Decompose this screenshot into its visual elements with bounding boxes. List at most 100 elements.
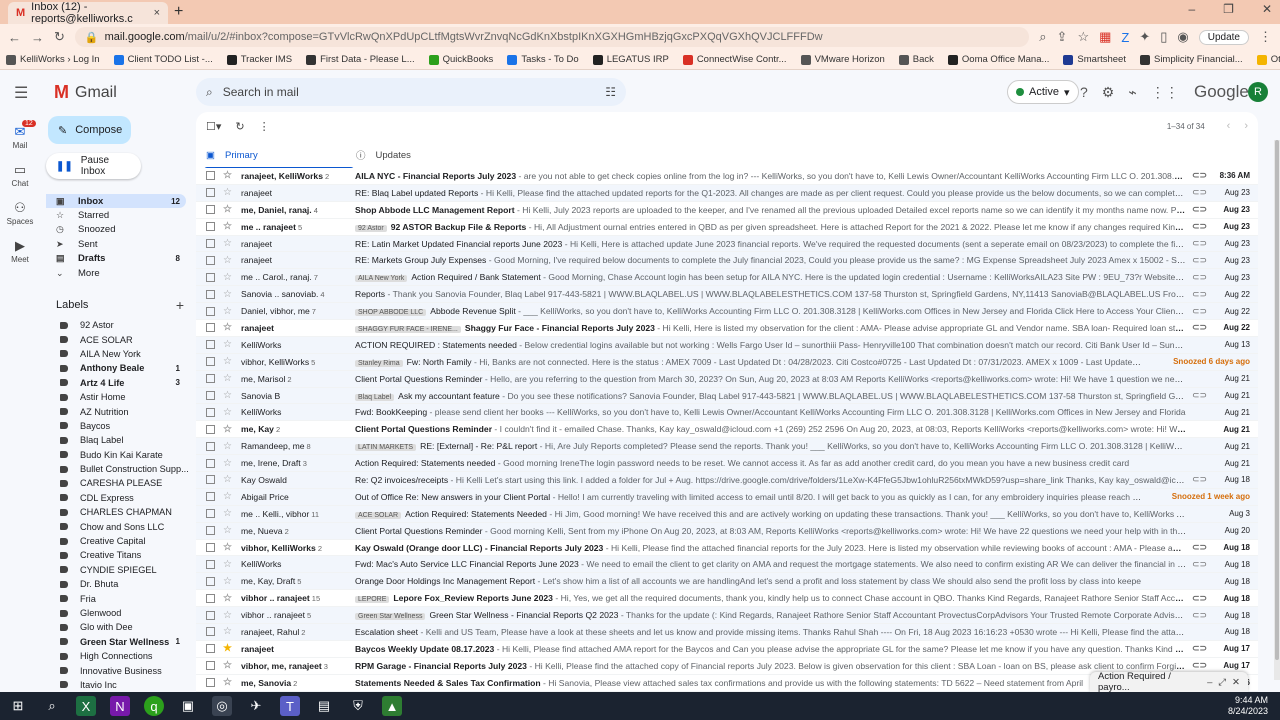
row-checkbox[interactable] [206,458,215,468]
star-icon[interactable]: ☆ [223,525,237,536]
row-checkbox[interactable] [206,441,215,451]
nav-item-starred[interactable]: ☆ Starred [46,208,186,222]
nav-item-sent[interactable]: ➤ Sent [46,237,186,251]
email-row[interactable]: ☆ me, Irene, Draft 3 Action Required: State… [196,455,1258,473]
email-label-chip[interactable]: Blaq Label [355,393,395,401]
star-icon[interactable]: ☆ [223,441,237,452]
close-compose-icon[interactable]: ✕ [1232,677,1240,688]
bookmark-item[interactable]: ConnectWise Contr... [682,54,787,65]
email-label-chip[interactable]: AILA New York [355,275,408,283]
account-avatar[interactable]: R [1248,82,1268,102]
email-row[interactable]: ☆ Ramandeep, me 8 LATIN MARKETS RE: [Externa… [196,438,1258,456]
label-item[interactable]: Glo with Dee [46,620,186,634]
status-selector[interactable]: Active ▾ [1007,80,1079,104]
label-item[interactable]: CHARLES CHAPMAN [46,505,186,519]
label-item[interactable]: Artz 4 Life 3 [46,376,186,390]
email-label-chip[interactable]: SHOP ABBODE LLC [355,309,427,317]
label-item[interactable]: High Connections [46,649,186,663]
browser-tab[interactable]: M Inbox (12) - reports@kelliworks.c × [8,1,168,25]
mail-client-icon[interactable]: ✈ [246,696,266,716]
close-window-icon[interactable]: ✕ [1262,2,1272,16]
email-row[interactable]: ★ ranajeet Baycos Weekly Update 08.17.2023… [196,640,1258,658]
label-item[interactable]: Dr. Bhuta [46,577,186,591]
bookmark-item[interactable]: VMware Horizon [800,54,885,65]
star-icon[interactable]: ☆ [223,187,237,198]
nav-item-drafts[interactable]: ▤ Drafts 8 [46,252,186,266]
prev-page-icon[interactable]: ‹ [1227,120,1231,132]
email-row[interactable]: ☆ KelliWorks Fwd: BookKeeping - please sen… [196,404,1258,422]
label-item[interactable]: Creative Capital [46,534,186,548]
sidebar-icon[interactable]: ▯ [1160,29,1167,45]
star-icon[interactable]: ☆ [223,626,237,637]
quickbooks-icon[interactable]: q [144,696,164,716]
restore-icon[interactable]: ❐ [1223,2,1234,16]
row-checkbox[interactable] [206,205,215,215]
row-checkbox[interactable] [206,171,215,181]
email-label-chip[interactable]: LATIN MARKETS [355,444,417,452]
row-checkbox[interactable] [206,255,215,265]
star-icon[interactable]: ☆ [223,306,237,317]
bookmark-item[interactable]: First Data - Please L... [306,54,415,65]
bookmark-item[interactable]: Smartsheet [1063,54,1126,65]
extension-calendar-icon[interactable]: ▦ [1099,29,1111,45]
row-checkbox[interactable] [206,340,215,350]
row-checkbox[interactable] [206,593,215,603]
row-checkbox[interactable] [206,374,215,384]
bookmark-item[interactable]: Simplicity Financial... [1139,54,1243,65]
bookmark-item[interactable]: LEGATUS IRP [592,54,669,65]
row-checkbox[interactable] [206,543,215,553]
extension-z-icon[interactable]: Z [1121,30,1129,45]
row-checkbox[interactable] [206,610,215,620]
compose-button[interactable]: ✎ Compose [48,116,131,144]
rail-spaces[interactable]: ⚇ Spaces [0,200,40,226]
bookmark-item[interactable]: QuickBooks [428,54,493,65]
label-item[interactable]: CYNDIE SPIEGEL [46,563,186,577]
next-page-icon[interactable]: › [1244,120,1248,132]
label-item[interactable]: Chow and Sons LLC [46,519,186,533]
email-label-chip[interactable]: ACE SOLAR [355,511,402,519]
row-checkbox[interactable] [206,289,215,299]
tab-primary[interactable]: ▣ Primary [204,140,354,170]
new-tab-button[interactable]: + [174,3,183,21]
email-label-chip[interactable]: SHAGGY FUR FACE - IRENE... [355,325,461,333]
settings-gear-icon[interactable]: ⚙ [1102,84,1115,101]
search-page-icon[interactable]: ⌕ [1039,29,1046,45]
label-item[interactable]: Creative Titans [46,548,186,562]
star-icon[interactable]: ☆ [223,204,237,215]
star-icon[interactable]: ☆ [223,238,237,249]
row-checkbox[interactable] [206,391,215,401]
page-scrollbar[interactable] [1274,140,1280,680]
onenote-icon[interactable]: N [110,696,130,716]
label-item[interactable]: Budo Kin Kai Karate [46,448,186,462]
row-checkbox[interactable] [206,678,215,688]
bookmark-item[interactable]: Client TODO List -... [113,54,213,65]
star-icon[interactable]: ☆ [223,542,237,553]
star-icon[interactable]: ☆ [223,677,237,688]
select-all-checkbox[interactable]: ☐▾ [206,120,221,133]
url-field[interactable]: 🔒 mail.google.com/mail/u/2/#inbox?compos… [74,27,1030,47]
nav-item-snoozed[interactable]: ◷ Snoozed [46,223,186,237]
more-options-icon[interactable]: ⋮ [259,120,270,133]
label-item[interactable]: Itavio Inc [46,678,186,692]
bookmark-item[interactable]: KelliWorks › Log In [6,54,100,65]
update-button[interactable]: Update [1198,29,1249,45]
row-checkbox[interactable] [206,239,215,248]
minimized-compose-window[interactable]: Action Required / payro... – ⤢ ✕ [1090,671,1248,693]
row-checkbox[interactable] [206,424,215,434]
share-icon[interactable]: ⇪ [1057,29,1068,45]
label-item[interactable]: 92 Astor [46,318,186,332]
gemini-icon[interactable]: ⌁ [1128,84,1136,101]
apps-grid-icon[interactable]: ⋮⋮ [1151,84,1179,101]
email-row[interactable]: ☆ Sanovia B Blaq Label Ask my accountant fe… [196,387,1258,405]
email-row[interactable]: ☆ me, Kay 2 Client Portal Questions Reminde… [196,421,1258,439]
google-logo[interactable]: Google [1194,82,1249,102]
row-checkbox[interactable] [206,509,215,519]
email-row[interactable]: ☆ Daniel, vibhor, me 7 SHOP ABBODE LLC Abbod… [196,303,1258,321]
star-icon[interactable]: ★ [223,643,237,654]
email-row[interactable]: ☆ ranajeet RE: Markets Group July Expenses… [196,252,1258,270]
nav-item-more[interactable]: ⌄ More [46,266,186,280]
email-row[interactable]: ☆ Abigail Price Out of Office Re: New answ… [196,488,1258,506]
email-row[interactable]: ☆ KelliWorks Fwd: Mac's Auto Service LLC F… [196,556,1258,574]
tab-updates[interactable]: ⓘ Updates [356,140,411,170]
star-icon[interactable]: ☆ [223,170,237,181]
